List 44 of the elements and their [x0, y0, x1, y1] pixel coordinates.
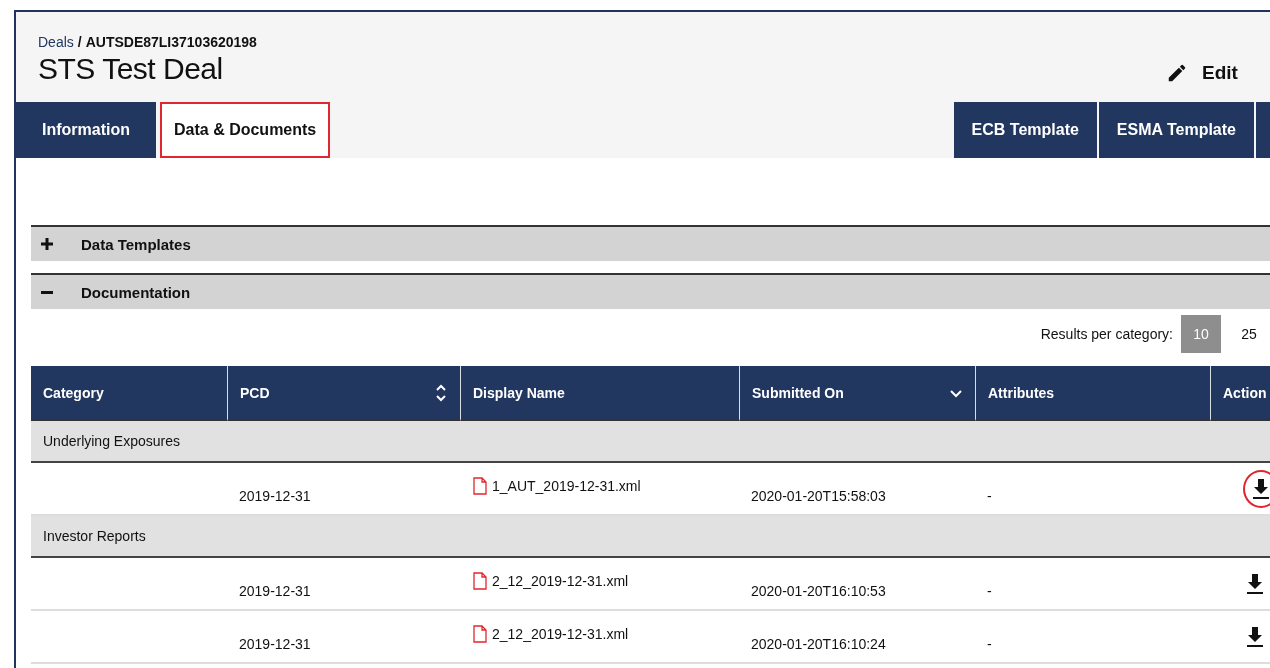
- breadcrumb-link[interactable]: Deals: [38, 34, 74, 50]
- tab[interactable]: Data & Documents: [160, 102, 331, 158]
- table-cell: 2020-01-20T16:10:53: [739, 558, 975, 611]
- file-link[interactable]: 1_AUT_2019-12-31.xml: [492, 478, 641, 494]
- column-header[interactable]: Attributes: [975, 366, 1210, 421]
- file-icon: [472, 477, 488, 495]
- column-header[interactable]: Category: [31, 366, 227, 421]
- results-label: Results per category:: [1040, 326, 1173, 342]
- tab[interactable]: Information: [16, 102, 156, 158]
- tab[interactable]: ECB Template: [953, 102, 1097, 158]
- breadcrumb-current: AUTSDE87LI37103620198: [85, 34, 257, 50]
- file-icon: [472, 572, 488, 590]
- section-header[interactable]: Data Templates: [31, 225, 1270, 261]
- category-row: Investor Reports: [31, 516, 1270, 558]
- table-cell: 2020-01-20T16:10:24: [739, 611, 975, 664]
- breadcrumb-separator: /: [77, 34, 82, 50]
- pencil-icon: [1166, 62, 1188, 84]
- table-cell: 2019-12-31: [227, 611, 460, 664]
- table-cell: 2019-12-31: [227, 558, 460, 611]
- section-title: Data Templates: [81, 235, 191, 253]
- file-icon: [472, 625, 488, 643]
- section-header[interactable]: Documentation: [31, 273, 1270, 309]
- file-link[interactable]: 2_12_2019-12-31.xml: [492, 626, 629, 642]
- column-header[interactable]: Display Name: [460, 366, 739, 421]
- sort-icon[interactable]: [434, 383, 448, 402]
- category-row: Underlying Exposures: [31, 421, 1270, 463]
- file-link[interactable]: 2_12_2019-12-31.xml: [492, 573, 629, 589]
- column-header[interactable]: PCD: [227, 366, 460, 421]
- section-title: Documentation: [81, 283, 191, 301]
- download-icon: [1245, 625, 1265, 648]
- column-header[interactable]: Action: [1210, 366, 1270, 421]
- table-cell: -: [975, 611, 1210, 664]
- download-button[interactable]: [1243, 469, 1270, 508]
- edit-button[interactable]: Edit: [1166, 62, 1238, 84]
- tab[interactable]: ESMA Template: [1098, 102, 1254, 158]
- plus-icon: [41, 238, 53, 250]
- download-button[interactable]: [1245, 572, 1265, 595]
- page-size-option[interactable]: 25: [1229, 315, 1269, 353]
- download-button[interactable]: [1245, 625, 1265, 648]
- download-icon: [1245, 572, 1265, 595]
- page-title: STS Test Deal: [38, 52, 223, 86]
- column-header[interactable]: Submitted On: [739, 366, 975, 421]
- table-cell: -: [975, 558, 1210, 611]
- download-icon: [1251, 477, 1270, 500]
